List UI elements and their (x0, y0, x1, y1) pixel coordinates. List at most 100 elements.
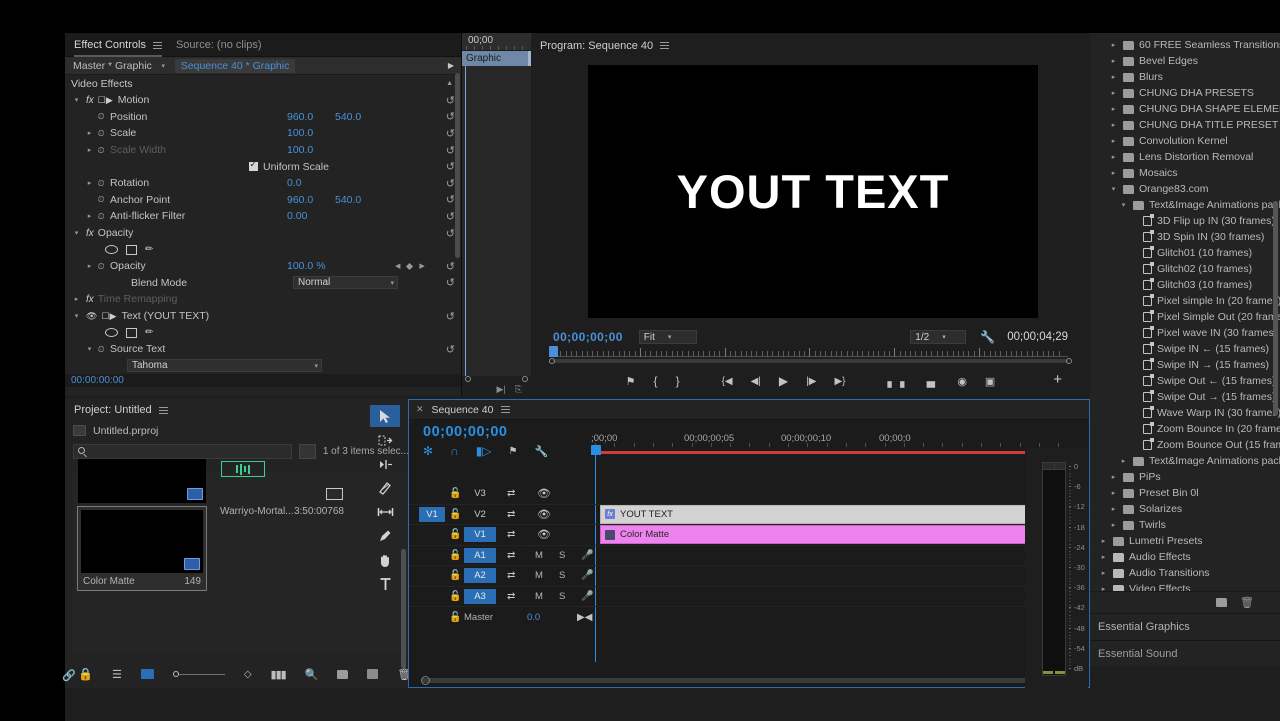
pen-tool[interactable] (370, 525, 400, 547)
effects-tree-item[interactable]: Pixel wave IN (30 frames) (1090, 325, 1280, 341)
extract-button[interactable]: ▗▖ (922, 375, 939, 388)
chevron-right-icon[interactable]: ▸ (1099, 553, 1108, 561)
track-lock-icon[interactable]: 🔓 (449, 488, 461, 499)
button-editor-plus[interactable]: + (1053, 371, 1062, 388)
tab-program-monitor[interactable]: Program: Sequence 40 (540, 33, 670, 57)
timeline-horizontal-scrollbar[interactable] (421, 678, 1049, 683)
new-item-icon[interactable] (367, 669, 379, 679)
effects-tree-item[interactable]: Wave Warp IN (30 frames) (1090, 405, 1280, 421)
track-lock-icon[interactable]: 🔓 (449, 529, 461, 540)
effects-tree-item[interactable]: ▸ Audio Transitions (1090, 565, 1280, 581)
automate-to-sequence-icon[interactable]: ▮▮▮ (271, 668, 287, 681)
property-value-1[interactable]: 960.0 (287, 111, 313, 123)
chevron-right-icon[interactable]: ▸ (84, 212, 95, 220)
program-monitor-timecode[interactable]: 00;00;00;00 (553, 330, 623, 344)
track-header[interactable]: 🔓 A1 ⇄ M S 🎤 (409, 546, 593, 566)
chevron-down-icon[interactable]: ▾ (1109, 185, 1118, 193)
effects-tree-item[interactable]: Swipe Out ← (15 frames) (1090, 373, 1280, 389)
track-lock-icon[interactable]: 🔓 (449, 612, 461, 623)
essential-sound-panel-tab[interactable]: Essential Sound (1090, 640, 1280, 666)
mask-shape-row[interactable]: ✏ (65, 324, 461, 341)
effects-tree-item[interactable]: Glitch02 (10 frames) (1090, 261, 1280, 277)
zoom-handle-left-icon[interactable] (549, 358, 555, 364)
zoom-handle-right-icon[interactable] (522, 376, 528, 382)
timeline-clip[interactable]: Color Matte (600, 525, 1057, 545)
track-solo-button[interactable]: S (559, 570, 565, 581)
effects-tree-item[interactable]: ▸ Twirls (1090, 517, 1280, 533)
icon-view-icon[interactable] (140, 669, 154, 679)
font-family-dropdown[interactable]: Tahoma ▾ (127, 359, 322, 373)
panel-menu-icon[interactable] (152, 40, 162, 51)
timeline-display-settings-icon[interactable]: 🔧 (535, 445, 549, 458)
effects-tree-item[interactable]: Swipe Out → (15 frames) (1090, 389, 1280, 405)
zoom-handle-left-icon[interactable] (465, 376, 471, 382)
effects-tree-item[interactable]: ▾ Orange83.com (1090, 181, 1280, 197)
item-thumbnail[interactable] (81, 510, 203, 573)
panel-menu-icon[interactable] (501, 404, 511, 415)
add-keyframe-icon[interactable] (406, 262, 414, 270)
property-value-1[interactable]: 100.0 (287, 144, 313, 156)
effects-tree-item[interactable]: ▸ Lens Distortion Removal (1090, 149, 1280, 165)
reset-parameter-icon[interactable]: ↺ (446, 343, 455, 356)
zoom-handle-right-icon[interactable] (1066, 358, 1072, 364)
item-thumbnail[interactable] (78, 459, 206, 503)
step-back-button[interactable]: ◀| (751, 376, 761, 387)
track-header[interactable]: V1 🔓 V2 ⇄ 👁 (409, 505, 591, 525)
stopwatch-icon[interactable]: ⏲ (95, 194, 107, 205)
zoom-slider[interactable] (172, 671, 225, 677)
panel-menu-icon[interactable] (660, 40, 670, 51)
chevron-right-icon[interactable]: ▸ (84, 146, 95, 154)
close-icon[interactable]: ✕ (416, 404, 424, 415)
play-button[interactable]: ▶ (779, 374, 788, 388)
property-value-2[interactable]: 540.0 (335, 194, 361, 206)
stopwatch-icon[interactable]: ⏲ (95, 111, 107, 122)
loop-icon[interactable]: ⎘ (515, 384, 522, 395)
chevron-down-icon[interactable]: ▾ (158, 62, 169, 70)
chevron-right-icon[interactable]: ▸ (1109, 73, 1118, 81)
effect-controls-hscroll[interactable] (462, 376, 531, 382)
mask-shape-row[interactable]: ✏ (65, 241, 461, 258)
breadcrumb-master[interactable]: Master * Graphic (73, 60, 152, 72)
chevron-down-icon[interactable]: ▾ (71, 96, 82, 104)
reset-effect-icon[interactable]: ↺ (446, 310, 455, 323)
effect-controls-clip-bar[interactable]: Graphic (462, 51, 531, 66)
voice-over-record-icon[interactable]: 🎤 (581, 591, 593, 602)
chevron-right-icon[interactable]: ▸ (1109, 169, 1118, 177)
zoom-level-dropdown[interactable]: Fit ▾ (638, 330, 697, 344)
program-monitor-playhead[interactable] (549, 346, 558, 357)
effects-tree-item[interactable]: 3D Flip up IN (30 frames) (1090, 213, 1280, 229)
uniform-scale-row[interactable]: Uniform Scale ↺ (65, 158, 461, 175)
effects-tree-item[interactable]: Glitch03 (10 frames) (1090, 277, 1280, 293)
track-target-a2[interactable]: A2 (464, 568, 496, 584)
reset-effect-icon[interactable]: ↺ (446, 94, 455, 107)
settings-wrench-icon[interactable]: 🔧 (980, 330, 995, 344)
effect-header-opacity[interactable]: ▾ fx Opacity ↺ (65, 225, 461, 242)
chevron-right-icon[interactable]: ▶ (448, 61, 454, 70)
reset-parameter-icon[interactable]: ↺ (446, 210, 455, 223)
effects-tree-item[interactable]: Pixel simple In (20 frames) (1090, 293, 1280, 309)
font-family-row[interactable]: Tahoma ▾ (65, 358, 461, 375)
timeline-track-v2[interactable]: V1 🔓 V2 ⇄ 👁 fx YOUT TEXT (409, 504, 1089, 525)
next-keyframe-icon[interactable]: ▶ (419, 262, 424, 270)
stopwatch-icon[interactable]: ⏲ (95, 145, 107, 156)
program-monitor-video[interactable]: YOUT TEXT (588, 65, 1038, 318)
transform-box-icon[interactable]: ☐▶ (101, 311, 116, 322)
previous-keyframe-icon[interactable]: ◀ (395, 262, 400, 270)
chevron-right-icon[interactable]: ▸ (1109, 153, 1118, 161)
hand-tool[interactable] (370, 549, 400, 571)
timeline-playhead[interactable] (591, 445, 601, 455)
effect-controls-playhead[interactable] (465, 66, 466, 376)
uniform-scale-checkbox[interactable] (249, 159, 258, 172)
property-source-text[interactable]: ▾ ⏲ Source Text ↺ (65, 341, 461, 358)
chevron-right-icon[interactable]: ▸ (1099, 537, 1108, 545)
effects-tree-item[interactable]: ▸ CHUNG DHA TITLE PRESET - Chu (1090, 117, 1280, 133)
track-solo-button[interactable]: S (559, 591, 565, 602)
new-custom-bin-button[interactable] (1216, 598, 1228, 607)
property-opacity[interactable]: ▸ ⏲ Opacity 100.0 % ◀ ▶ ↺ (65, 258, 461, 275)
ellipse-mask-icon[interactable] (105, 328, 118, 338)
effects-tree-item[interactable]: ▸ CHUNG DHA SHAPE ELEMENTS (1090, 101, 1280, 117)
reset-effect-icon[interactable]: ↺ (446, 227, 455, 240)
chevron-right-icon[interactable]: ▸ (1109, 105, 1118, 113)
magnet-icon[interactable]: ∩ (450, 444, 459, 458)
chevron-right-icon[interactable]: ▸ (71, 295, 82, 303)
